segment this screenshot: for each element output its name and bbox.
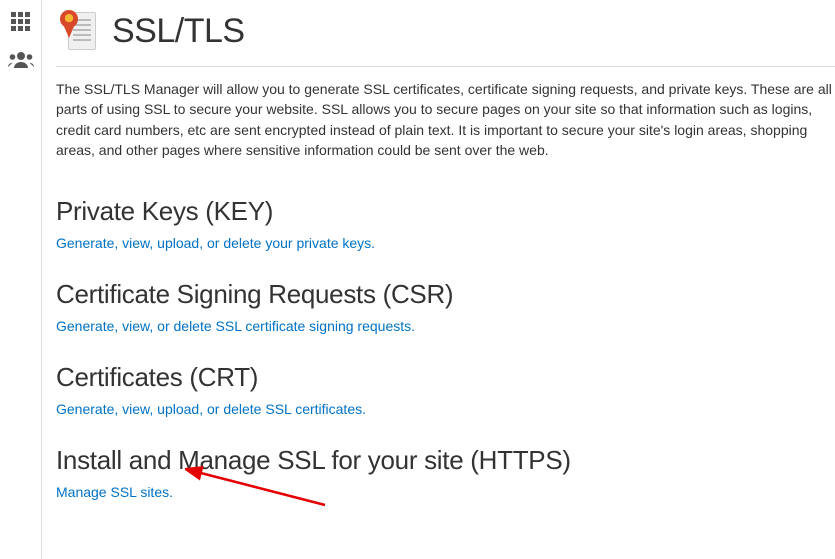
section-heading-install: Install and Manage SSL for your site (HT… — [56, 445, 835, 476]
link-manage-ssl-sites[interactable]: Manage SSL sites. — [56, 484, 173, 500]
page-title: SSL/TLS — [112, 12, 245, 51]
main-content: SSL/TLS The SSL/TLS Manager will allow y… — [42, 0, 835, 528]
apps-grid-icon[interactable] — [0, 6, 42, 38]
link-certificates[interactable]: Generate, view, upload, or delete SSL ce… — [56, 401, 366, 417]
link-csr[interactable]: Generate, view, or delete SSL certificat… — [56, 318, 415, 334]
users-icon[interactable] — [0, 44, 42, 76]
intro-text: The SSL/TLS Manager will allow you to ge… — [56, 79, 835, 160]
link-private-keys[interactable]: Generate, view, upload, or delete your p… — [56, 235, 375, 251]
sidebar — [0, 0, 42, 559]
divider — [56, 66, 835, 67]
section-heading-key: Private Keys (KEY) — [56, 196, 835, 227]
ssl-certificate-icon — [56, 10, 98, 52]
section-heading-crt: Certificates (CRT) — [56, 362, 835, 393]
section-heading-csr: Certificate Signing Requests (CSR) — [56, 279, 835, 310]
title-row: SSL/TLS — [56, 10, 835, 52]
